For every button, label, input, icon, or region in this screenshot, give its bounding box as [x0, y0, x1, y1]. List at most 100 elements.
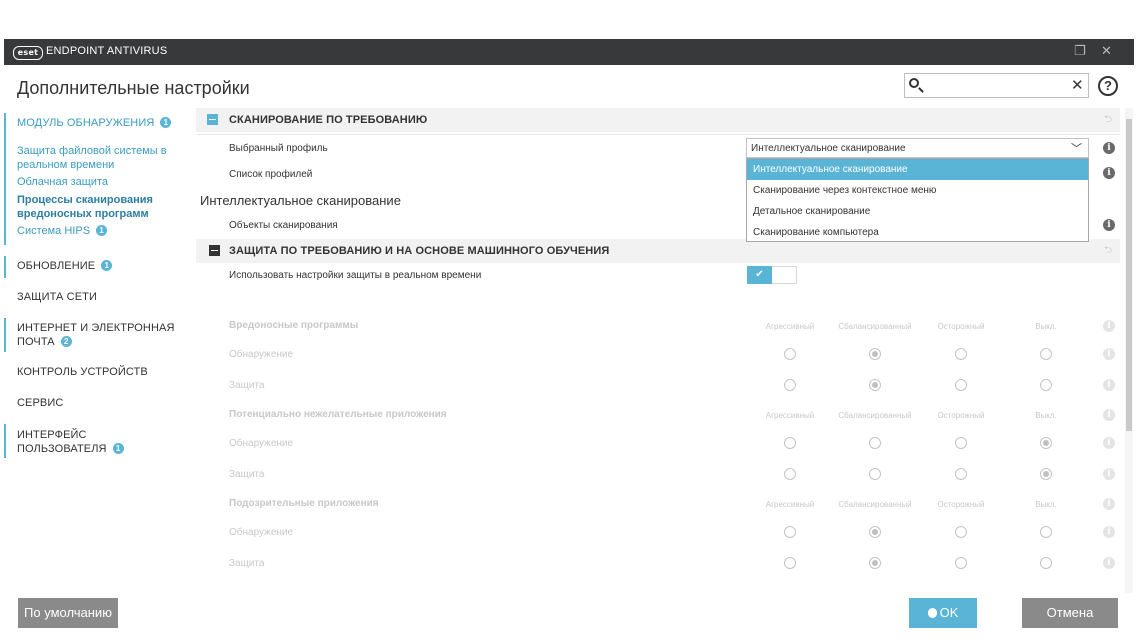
ml-row-label: Защита — [229, 558, 265, 569]
ml-level-radio[interactable] — [784, 526, 796, 538]
info-icon[interactable]: i — [1103, 219, 1115, 231]
notification-badge: 1 — [101, 260, 113, 271]
info-icon: i — [1103, 437, 1115, 449]
ml-level-radio[interactable] — [955, 437, 967, 449]
notification-badge: 1 — [160, 117, 172, 128]
ml-level-radio[interactable] — [784, 379, 796, 391]
restore-window-icon[interactable]: ❐ — [1074, 43, 1086, 59]
info-icon: i — [1103, 320, 1115, 332]
info-icon: i — [1103, 379, 1115, 391]
sidebar-item-label: ОБНОВЛЕНИЕ — [17, 260, 96, 272]
section-title: ЗАЩИТА ПО ТРЕБОВАНИЮ И НА ОСНОВЕ МАШИННО… — [229, 245, 610, 257]
ml-level-radio[interactable] — [869, 437, 881, 449]
ml-group-title: Вредоносные программы — [229, 320, 359, 331]
ok-button-label: OK — [939, 605, 959, 620]
ml-level-radio[interactable] — [784, 557, 796, 569]
profile-subheading: Интеллектуальное сканирование — [200, 193, 401, 208]
reset-section-icon[interactable]: ⮌ — [1104, 115, 1114, 125]
section-title: СКАНИРОВАНИЕ ПО ТРЕБОВАНИЮ — [229, 114, 428, 126]
sidebar-item-label: ИНТЕРФЕЙС ПОЛЬЗОВАТЕЛЯ — [17, 429, 107, 455]
sidebar-item-label: МОДУЛЬ ОБНАРУЖЕНИЯ — [17, 117, 155, 129]
sidebar-item-device-control[interactable]: КОНТРОЛЬ УСТРОЙСТВ — [17, 366, 148, 378]
ml-level-radio[interactable] — [869, 379, 881, 391]
use-realtime-label: Использовать настройки защиты в реальном… — [229, 270, 482, 281]
ml-level-radio[interactable] — [869, 468, 881, 480]
ml-level-radio[interactable] — [1040, 437, 1052, 449]
dropdown-option[interactable]: Интеллектуальное сканирование — [747, 159, 1088, 180]
ml-level-header: Выкл. — [1035, 411, 1057, 420]
ml-level-header: Выкл. — [1035, 500, 1057, 509]
sidebar-item-web-email[interactable]: ИНТЕРНЕТ И ЭЛЕКТРОННАЯ ПОЧТА 2 — [17, 321, 177, 349]
ml-level-radio[interactable] — [955, 379, 967, 391]
info-icon: i — [1103, 468, 1115, 480]
scrollbar-thumb[interactable] — [1126, 119, 1132, 431]
collapse-icon[interactable] — [209, 245, 220, 256]
ml-group-title: Потенциально нежелательные приложения — [229, 409, 447, 420]
ml-level-header: Осторожный — [937, 500, 985, 509]
ml-row-label: Защита — [229, 469, 265, 480]
ml-level-radio[interactable] — [869, 557, 881, 569]
ml-level-radio[interactable] — [784, 348, 796, 360]
notification-badge: 1 — [112, 443, 124, 454]
sidebar-item-bar — [4, 424, 6, 458]
sidebar-item-network[interactable]: ЗАЩИТА СЕТИ — [17, 291, 97, 303]
ml-level-radio[interactable] — [1040, 526, 1052, 538]
sidebar-item-malware-scans[interactable]: Процессы сканирования вредоносных програ… — [17, 193, 167, 221]
dropdown-option[interactable]: Детальное сканирование — [747, 201, 1088, 222]
sidebar-item-user-interface[interactable]: ИНТЕРФЕЙС ПОЛЬЗОВАТЕЛЯ 1 — [17, 428, 127, 456]
sidebar-item-cloud-protection[interactable]: Облачная защита — [17, 175, 108, 189]
dropdown-option[interactable]: Сканирование через контекстное меню — [747, 180, 1088, 201]
reset-section-icon[interactable]: ⮌ — [1104, 246, 1114, 256]
ml-level-header: Агрессивный — [765, 411, 815, 420]
ml-level-radio[interactable] — [1040, 468, 1052, 480]
ml-level-radio[interactable] — [869, 348, 881, 360]
ml-row-label: Обнаружение — [229, 438, 294, 449]
ml-row-label: Обнаружение — [229, 349, 294, 360]
sidebar-item-label: ИНТЕРНЕТ И ЭЛЕКТРОННАЯ ПОЧТА — [17, 322, 175, 348]
ml-group-title: Подозрительные приложения — [229, 498, 379, 509]
ml-level-radio[interactable] — [869, 526, 881, 538]
ml-level-radio[interactable] — [955, 557, 967, 569]
collapse-icon[interactable] — [207, 114, 218, 125]
clear-search-icon[interactable]: ✕ — [1071, 76, 1084, 94]
close-window-icon[interactable]: ✕ — [1101, 43, 1112, 59]
sidebar-item-update[interactable]: ОБНОВЛЕНИЕ 1 — [17, 260, 113, 272]
info-icon[interactable]: i — [1103, 167, 1115, 179]
default-button[interactable]: По умолчанию — [18, 598, 118, 628]
info-icon: i — [1103, 526, 1115, 538]
chevron-down-icon[interactable]: ﹀ — [1071, 140, 1082, 156]
profile-select-value: Интеллектуальное сканирование — [751, 143, 906, 154]
ok-button[interactable]: OK — [909, 598, 977, 628]
info-icon[interactable]: i — [1103, 142, 1115, 154]
search-input[interactable] — [904, 73, 1089, 98]
info-icon: i — [1103, 557, 1115, 569]
sidebar-item-tools[interactable]: СЕРВИС — [17, 397, 63, 409]
page-title: Дополнительные настройки — [17, 78, 250, 98]
cancel-button[interactable]: Отмена — [1022, 598, 1118, 628]
sidebar-active-group-bar — [4, 113, 6, 245]
ml-level-radio[interactable] — [955, 468, 967, 480]
sidebar-item-bar — [4, 318, 6, 352]
info-icon: i — [1103, 409, 1115, 421]
dropdown-option[interactable]: Сканирование компьютера — [747, 222, 1088, 243]
ml-level-radio[interactable] — [784, 437, 796, 449]
ml-level-header: Сбалансированный — [838, 411, 912, 420]
info-icon: i — [1103, 498, 1115, 510]
help-icon[interactable]: ? — [1098, 76, 1118, 96]
sidebar-item-realtime-protection[interactable]: Защита файловой системы в реальном време… — [17, 144, 177, 172]
sidebar-item-hips[interactable]: Система HIPS 1 — [17, 224, 108, 238]
ml-level-header: Агрессивный — [765, 500, 815, 509]
ml-level-radio[interactable] — [1040, 379, 1052, 391]
ml-level-header: Сбалансированный — [838, 500, 912, 509]
ml-row-label: Обнаружение — [229, 527, 294, 538]
ml-level-radio[interactable] — [1040, 348, 1052, 360]
sidebar-item-bar — [4, 256, 6, 278]
ml-level-radio[interactable] — [784, 468, 796, 480]
ml-level-header: Выкл. — [1035, 322, 1057, 331]
sidebar-item-detection[interactable]: МОДУЛЬ ОБНАРУЖЕНИЯ 1 — [17, 117, 172, 129]
ml-level-radio[interactable] — [1040, 557, 1052, 569]
profile-list-label: Список профилей — [229, 169, 313, 180]
ml-level-radio[interactable] — [955, 526, 967, 538]
ml-level-radio[interactable] — [955, 348, 967, 360]
ml-level-header: Осторожный — [937, 322, 985, 331]
